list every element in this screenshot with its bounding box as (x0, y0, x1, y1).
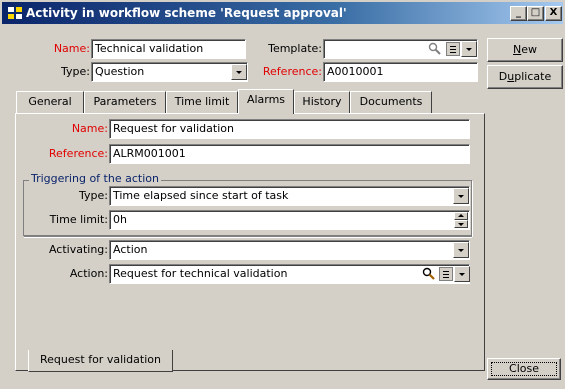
tab-general[interactable]: General (16, 91, 84, 113)
activating-label: Activating: (48, 243, 108, 256)
activating-dropdown-button[interactable] (453, 242, 469, 258)
reference-field[interactable]: A0010001 (323, 62, 478, 82)
tab-time-limit[interactable]: Time limit (166, 91, 238, 113)
alarm-name-label: Name: (71, 122, 108, 135)
list-icon[interactable] (446, 42, 460, 56)
title-bar[interactable]: Activity in workflow scheme 'Request app… (2, 2, 563, 24)
trigger-type-label: Type: (79, 189, 108, 202)
template-dropdown-button[interactable] (461, 41, 477, 57)
tab-parameters[interactable]: Parameters (84, 91, 166, 113)
action-label: Action: (69, 267, 108, 280)
activating-select[interactable]: Action (109, 240, 470, 260)
app-icon (8, 7, 22, 19)
name-field[interactable]: Technical validation (91, 39, 246, 59)
search-icon[interactable] (428, 42, 442, 56)
type-dropdown-button[interactable] (231, 64, 247, 80)
minimize-button[interactable]: _ (510, 6, 527, 21)
spin-down-icon[interactable] (454, 220, 468, 228)
spin-up-icon[interactable] (454, 212, 468, 220)
alarm-name-field[interactable]: Request for validation (109, 119, 470, 139)
close-window-button[interactable]: X (545, 6, 562, 21)
alarm-reference-label: Reference: (48, 147, 108, 160)
action-list-icon[interactable] (439, 267, 453, 281)
duplicate-button[interactable]: Duplicate (487, 65, 563, 89)
type-label: Type: (61, 65, 90, 78)
trigger-type-select[interactable]: Time elapsed since start of task (109, 186, 470, 206)
template-label: Template: (268, 42, 322, 55)
divider (24, 236, 472, 238)
window-title: Activity in workflow scheme 'Request app… (26, 6, 347, 20)
triggering-group-title: Triggering of the action (29, 172, 161, 186)
type-select[interactable]: Question (91, 62, 248, 82)
alarm-reference-field[interactable]: ALRM001001 (109, 144, 470, 164)
reference-label: Reference: (262, 65, 322, 78)
action-field[interactable]: Request for technical validation (109, 264, 470, 284)
magnifier-icon[interactable] (422, 267, 436, 281)
name-label: Name: (53, 42, 90, 55)
maximize-button[interactable]: □ (527, 6, 544, 21)
trigger-type-dropdown-button[interactable] (453, 188, 469, 204)
new-button[interactable]: New (487, 38, 563, 62)
dialog-window: Activity in workflow scheme 'Request app… (0, 0, 565, 389)
time-limit-field[interactable]: 0h (109, 210, 470, 230)
time-limit-label: Time limit: (49, 213, 108, 226)
time-limit-spinner[interactable] (454, 212, 468, 228)
alarm-list-tab[interactable]: Request for validation (28, 350, 173, 372)
close-button[interactable]: Close (487, 358, 561, 380)
tab-documents[interactable]: Documents (350, 91, 432, 113)
action-dropdown-button[interactable] (454, 266, 470, 282)
tab-history[interactable]: History (294, 91, 350, 113)
tab-alarms[interactable]: Alarms (238, 89, 294, 114)
